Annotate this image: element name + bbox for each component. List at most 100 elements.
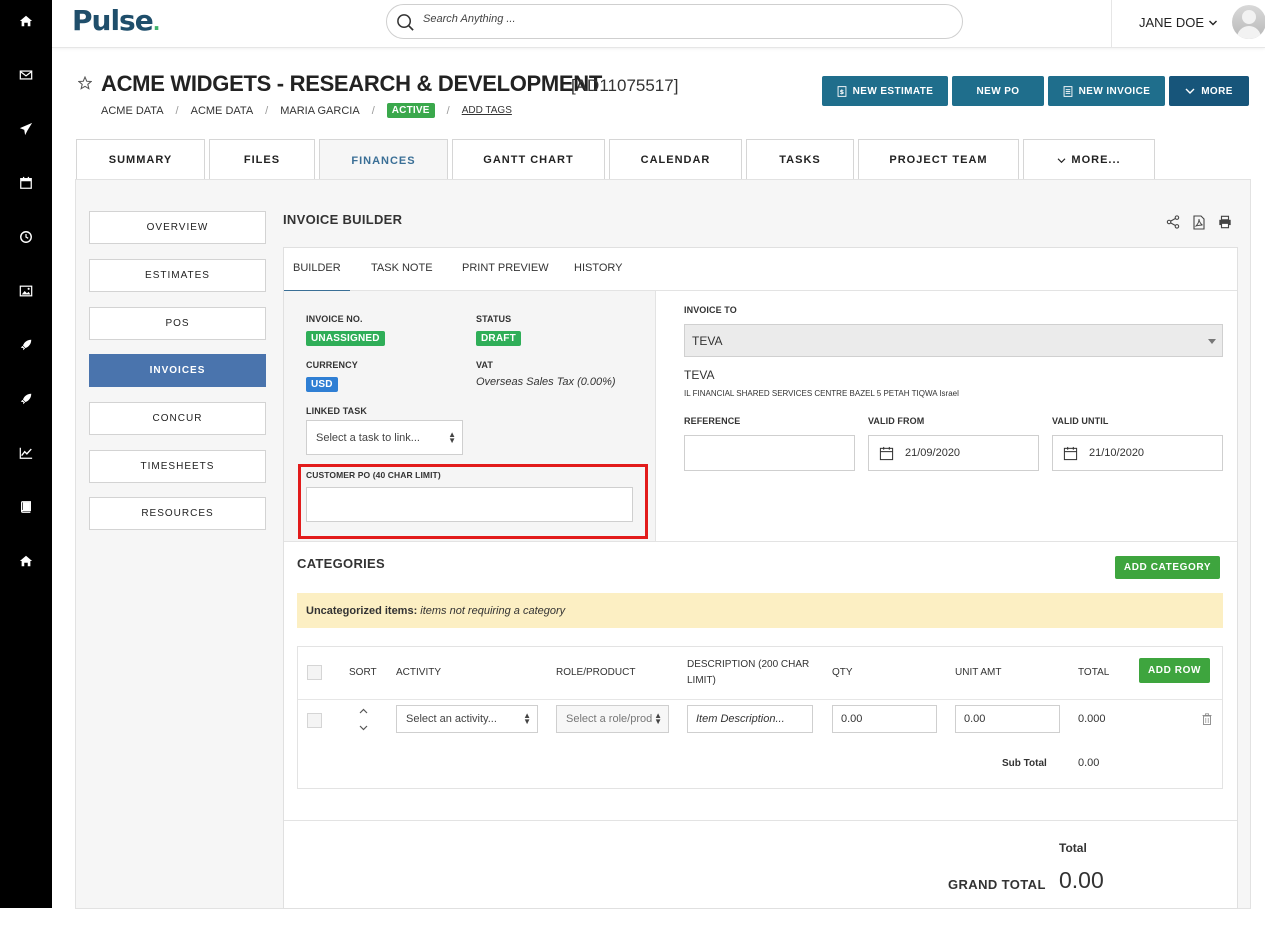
currency-label: CURRENCY [306,360,358,370]
linked-task-select[interactable]: Select a task to link... ▲ ▼ [306,420,463,455]
divider [284,541,1237,542]
share-icon[interactable] [1166,215,1180,229]
calendar-icon[interactable] [0,168,52,198]
select-all-checkbox[interactable] [307,665,322,680]
tab-files[interactable]: FILES [209,139,315,180]
builder-subtabs: BUILDER TASK NOTE PRINT PREVIEW HISTORY [284,248,1237,292]
trash-icon[interactable] [1202,713,1212,725]
tab-project-team[interactable]: PROJECT TEAM [858,139,1019,180]
document-icon [1063,85,1073,97]
chart-line-icon[interactable] [0,438,52,468]
invoice-to-select[interactable]: TEVA [684,324,1223,357]
total-label: Total [1059,841,1087,855]
rocket-icon[interactable] [0,384,52,414]
subtab-print-preview[interactable]: PRINT PREVIEW [462,262,549,274]
user-name: JANE DOE [1139,15,1205,30]
side-item-invoices[interactable]: INVOICES [89,354,266,387]
column-header-qty: QTY [832,667,853,678]
more-button[interactable]: MORE [1169,76,1249,106]
new-invoice-button[interactable]: NEW INVOICE [1048,76,1165,106]
tab-calendar[interactable]: CALENDAR [609,139,742,180]
activity-select[interactable]: Select an activity... ▲ ▼ [396,705,538,733]
invoice-to-label: INVOICE TO [684,305,737,315]
vat-value: Overseas Sales Tax (0.00%) [476,376,616,388]
status-badge: DRAFT [476,331,521,346]
project-title: ACME WIDGETS - RESEARCH & DEVELOPMENT [101,71,603,96]
home-icon[interactable] [0,6,52,36]
subtab-history[interactable]: HISTORY [574,262,623,274]
favorite-star-icon[interactable] [78,76,92,90]
client-name: TEVA [684,368,715,382]
status-label: STATUS [476,314,512,324]
subtab-task-note[interactable]: TASK NOTE [371,262,433,274]
avatar[interactable] [1232,5,1265,39]
client-address: IL FINANCIAL SHARED SERVICES CENTRE BAZE… [684,389,959,398]
invoice-no-badge: UNASSIGNED [306,331,385,346]
clock-icon[interactable] [0,222,52,252]
side-item-resources[interactable]: RESOURCES [89,497,266,530]
invoice-builder-title: INVOICE BUILDER [283,212,403,227]
project-actions: $ NEW ESTIMATE NEW PO NEW INVOICE MORE [822,76,1249,106]
caret-down-icon [1208,339,1216,344]
chevron-down-icon [1057,157,1066,163]
qty-input[interactable]: 0.00 [832,705,937,733]
add-row-button[interactable]: ADD ROW [1139,658,1210,683]
add-tags-link[interactable]: ADD TAGS [462,105,512,116]
grand-total-label: GRAND TOTAL [948,877,1046,892]
reference-label: REFERENCE [684,416,741,426]
valid-until-input[interactable]: 21/10/2020 [1052,435,1223,471]
tab-summary[interactable]: SUMMARY [76,139,205,180]
side-item-overview[interactable]: OVERVIEW [89,211,266,244]
new-estimate-button[interactable]: $ NEW ESTIMATE [822,76,948,106]
send-icon[interactable] [0,114,52,144]
subtab-builder[interactable]: BUILDER [284,262,350,292]
role-product-select[interactable]: Select a role/prod ▲ ▼ [556,705,669,733]
valid-until-label: VALID UNTIL [1052,416,1109,426]
new-po-button[interactable]: NEW PO [952,76,1044,106]
reference-input[interactable] [684,435,855,471]
chevron-down-icon [1209,20,1218,25]
unit-amt-input[interactable]: 0.00 [955,705,1060,733]
tab-more[interactable]: MORE... [1023,139,1155,180]
left-icon-rail [0,0,52,908]
divider [1111,0,1112,48]
mail-icon[interactable] [0,60,52,90]
description-input[interactable]: Item Description... [687,705,813,733]
uncategorized-banner: Uncategorized items: items not requiring … [297,593,1223,628]
user-menu[interactable]: JANE DOE [1139,15,1218,30]
pulse-logo[interactable]: Pulse. [72,4,160,37]
grand-total-value: 0.00 [1059,867,1104,893]
book-icon[interactable] [0,492,52,522]
select-arrows-icon: ▲ ▼ [654,711,662,726]
subtotal-label: Sub Total [1002,758,1047,769]
tab-finances[interactable]: FINANCES [319,139,448,181]
tab-tasks[interactable]: TASKS [746,139,854,180]
categories-title: CATEGORIES [297,556,385,571]
side-item-estimates[interactable]: ESTIMATES [89,259,266,292]
image-icon[interactable] [0,276,52,306]
global-search[interactable] [386,4,963,39]
tab-gantt-chart[interactable]: GANTT CHART [452,139,605,180]
add-category-button[interactable]: ADD CATEGORY [1115,556,1220,579]
document-dollar-icon: $ [837,85,847,97]
builder-toolbar [1166,215,1232,230]
rocket-icon[interactable] [0,330,52,360]
search-input[interactable] [423,13,923,25]
select-arrows-icon: ▲ ▼ [523,711,531,726]
select-arrows-icon: ▲ ▼ [448,429,456,445]
breadcrumb-item[interactable]: ACME DATA [191,105,254,117]
side-item-pos[interactable]: POS [89,307,266,340]
side-item-concur[interactable]: CONCUR [89,402,266,435]
breadcrumb-item[interactable]: MARIA GARCIA [280,105,359,117]
row-checkbox[interactable] [307,713,322,728]
calendar-icon [1063,446,1078,460]
home-icon[interactable] [0,546,52,576]
pdf-icon[interactable] [1193,215,1205,230]
print-icon[interactable] [1218,215,1232,229]
breadcrumb-item[interactable]: ACME DATA [101,105,164,117]
customer-po-input[interactable] [306,487,633,522]
side-item-timesheets[interactable]: TIMESHEETS [89,450,266,483]
sort-arrows-icon[interactable] [358,707,369,733]
valid-from-input[interactable]: 21/09/2020 [868,435,1039,471]
status-badge: ACTIVE [386,103,435,118]
